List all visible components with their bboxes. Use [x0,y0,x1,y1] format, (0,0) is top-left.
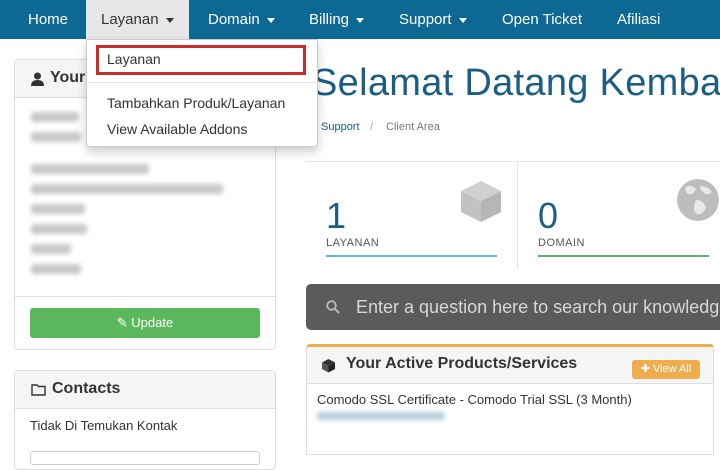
globe-icon [677,179,719,221]
stat-services-value: 1 [326,195,347,236]
dropdown-item-layanan[interactable]: Layanan [107,51,161,67]
nav-home[interactable]: Home [28,0,68,39]
active-products-header: Your Active Products/Services ✚ View All [307,347,713,384]
nav-billing-label: Billing [309,11,350,28]
update-button[interactable]: ✎ Update [30,308,260,338]
plus-icon: ✚ [640,363,650,375]
product-item[interactable]: Comodo SSL Certificate - Comodo Trial SS… [317,392,632,407]
update-button-label: Update [131,315,174,330]
chevron-down-icon [356,17,365,23]
layanan-dropdown-menu: Layanan Tambahkan Produk/Layanan View Av… [86,39,318,147]
stats-row: 1 LAYANAN 0 DOMAIN [306,161,720,269]
search-icon [326,300,340,314]
cube-icon [461,181,501,222]
contacts-header: Contacts [15,371,275,409]
contacts-panel: Contacts Tidak Di Temukan Kontak [14,370,276,470]
stat-services-label: LAYANAN [326,237,380,249]
nav-layanan-label: Layanan [101,11,159,28]
nav-domain[interactable]: Domain [208,0,275,39]
top-navbar: Home Layanan Domain Billing Support Open… [0,0,720,39]
contacts-title: Contacts [52,380,121,397]
breadcrumb-separator: / [370,121,374,133]
stat-domains-label: DOMAIN [538,237,585,249]
cube-icon [322,359,335,373]
stat-domains-value: 0 [538,195,559,236]
chevron-down-icon [458,17,467,23]
contacts-action-button[interactable] [30,451,260,465]
search-placeholder: Enter a question here to search our know… [356,297,720,317]
nav-support[interactable]: Support [399,0,467,39]
nav-billing[interactable]: Billing [309,0,365,39]
nav-afiliasi[interactable]: Afiliasi [617,0,660,39]
stat-tile-services[interactable]: 1 LAYANAN [306,162,518,269]
user-icon [31,72,44,86]
chevron-down-icon [266,17,275,23]
knowledgebase-search[interactable]: Enter a question here to search our know… [306,284,720,330]
page-title: Selamat Datang Kembali [312,62,720,104]
panel-divider [15,296,275,297]
dropdown-divider [88,82,316,83]
dropdown-item-view-addons[interactable]: View Available Addons [107,121,247,137]
active-products-title: Your Active Products/Services [346,355,578,372]
breadcrumb-support[interactable]: Support [321,121,360,133]
dropdown-item-tambahkan-produk[interactable]: Tambahkan Produk/Layanan [107,95,285,111]
stat-domains-bar [538,255,709,257]
chevron-down-icon [165,17,174,23]
stat-tile-domains[interactable]: 0 DOMAIN [518,162,720,269]
stat-services-bar [326,255,497,257]
nav-layanan[interactable]: Layanan [86,0,189,39]
active-products-panel: Your Active Products/Services ✚ View All… [306,344,714,455]
contacts-empty-text: Tidak Di Temukan Kontak [30,418,178,433]
breadcrumb-client-area: Client Area [386,121,440,133]
folder-icon [31,384,46,396]
nav-domain-label: Domain [208,11,260,28]
client-info-title: Your [50,69,86,86]
nav-open-ticket[interactable]: Open Ticket [502,0,582,39]
pencil-icon: ✎ [116,315,128,330]
redacted-product-domain [317,412,445,420]
view-all-button[interactable]: ✚ View All [632,360,700,379]
nav-support-label: Support [399,11,452,28]
view-all-label: View All [652,363,692,375]
